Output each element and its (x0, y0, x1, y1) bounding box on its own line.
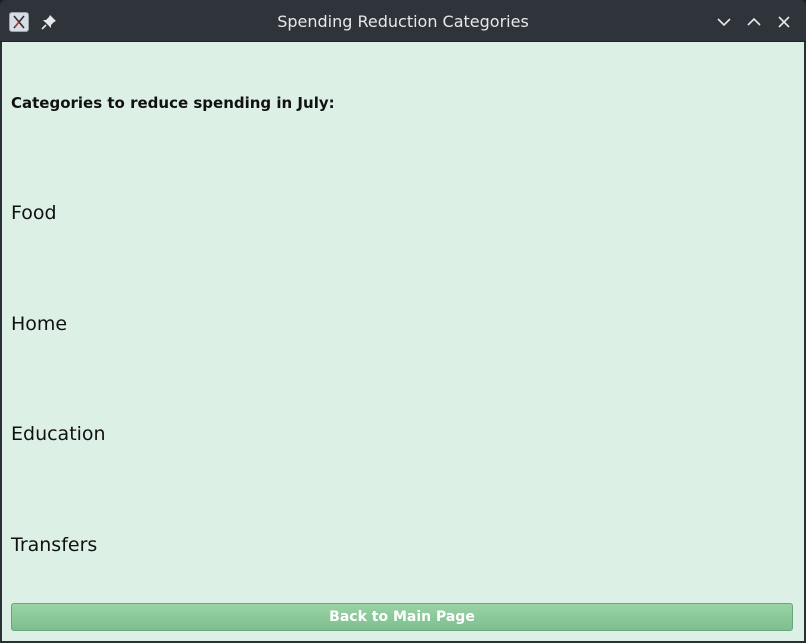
window-title: Spending Reduction Categories (277, 12, 529, 31)
chevron-down-icon[interactable] (715, 13, 733, 31)
category-item: Education (11, 423, 106, 445)
close-icon[interactable] (775, 13, 793, 31)
title-bar: Spending Reduction Categories (0, 0, 806, 42)
category-item: Home (11, 313, 68, 335)
chevron-up-icon[interactable] (745, 13, 763, 31)
page-heading: Categories to reduce spending in July: (11, 94, 335, 112)
main-content: Categories to reduce spending in July: F… (2, 42, 804, 641)
back-to-main-button[interactable]: Back to Main Page (11, 603, 793, 631)
category-item: Transfers (11, 534, 98, 556)
app-window: Spending Reduction Categories Categories… (0, 0, 806, 643)
category-item: Food (11, 202, 57, 224)
